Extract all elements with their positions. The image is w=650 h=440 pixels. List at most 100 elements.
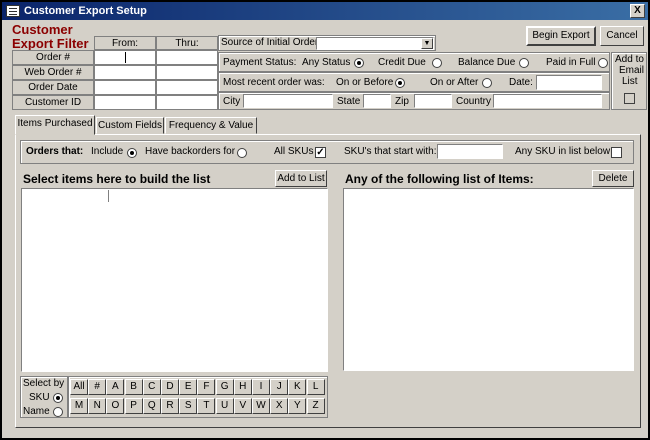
- add-to-list-button[interactable]: Add to List: [275, 170, 327, 187]
- city-input[interactable]: [243, 94, 333, 108]
- letter-button-t[interactable]: T: [197, 398, 216, 414]
- letter-button-hash[interactable]: #: [88, 379, 107, 395]
- tab-custom-fields[interactable]: Custom Fields: [96, 117, 164, 134]
- email-list-line2: Email: [619, 65, 645, 76]
- country-label: Country: [456, 96, 492, 107]
- backorders-radio[interactable]: [237, 148, 247, 158]
- thru-header: Thru:: [156, 36, 218, 50]
- close-button[interactable]: X: [630, 4, 645, 18]
- selected-items-list[interactable]: [343, 188, 634, 371]
- source-dropdown[interactable]: ▼: [316, 37, 434, 50]
- letter-button-b[interactable]: B: [124, 379, 143, 395]
- payment-balance-radio[interactable]: [519, 58, 529, 68]
- payment-any-radio[interactable]: [354, 58, 364, 68]
- country-input[interactable]: [493, 94, 602, 108]
- backorders-label: Have backorders for: [145, 146, 236, 157]
- payment-paid-radio[interactable]: [598, 58, 608, 68]
- letter-button-w[interactable]: W: [252, 398, 270, 414]
- letter-button-a[interactable]: A: [106, 379, 125, 395]
- email-list-checkbox[interactable]: [624, 93, 635, 104]
- from-header: From:: [94, 36, 156, 50]
- customer-id-from-input[interactable]: [94, 95, 156, 110]
- row-label-order: Order #: [12, 50, 94, 65]
- letter-button-r[interactable]: R: [161, 398, 179, 414]
- letter-button-j[interactable]: J: [270, 379, 289, 395]
- letter-button-p[interactable]: P: [124, 398, 143, 414]
- filter-heading-line2: Export Filter: [12, 36, 89, 51]
- payment-label: Payment Status:: [223, 57, 297, 68]
- order-date-from-input[interactable]: [94, 80, 156, 95]
- on-before-radio[interactable]: [395, 78, 405, 88]
- letter-button-k[interactable]: K: [288, 379, 307, 395]
- any-sku-checkbox[interactable]: [611, 147, 622, 158]
- available-items-list[interactable]: [21, 188, 328, 372]
- list-cursor-mark: [108, 190, 109, 202]
- tab-frequency-value[interactable]: Frequency & Value: [165, 117, 257, 134]
- zip-input[interactable]: [414, 94, 452, 108]
- letter-button-f[interactable]: F: [197, 379, 216, 395]
- select-by-label: Select by: [23, 378, 65, 389]
- letter-button-x[interactable]: X: [270, 398, 289, 414]
- letter-button-z[interactable]: Z: [306, 398, 325, 414]
- filter-heading-line1: Customer: [12, 22, 73, 37]
- letter-button-d[interactable]: D: [161, 379, 179, 395]
- row-label-customer-id: Customer ID: [12, 95, 94, 110]
- tab-items-purchased[interactable]: Items Purchased: [15, 115, 95, 135]
- payment-credit-radio[interactable]: [432, 58, 442, 68]
- all-skus-checkbox[interactable]: ✓: [315, 147, 326, 158]
- letter-button-g[interactable]: G: [215, 379, 234, 395]
- order-thru-input[interactable]: [156, 50, 218, 65]
- order-date-thru-input[interactable]: [156, 80, 218, 95]
- letter-button-v[interactable]: V: [233, 398, 252, 414]
- payment-option-credit-label: Credit Due: [378, 57, 426, 68]
- customer-export-window: Customer Export Setup X Customer Export …: [0, 0, 650, 440]
- web-order-thru-input[interactable]: [156, 65, 218, 80]
- sku-prefix-input[interactable]: [437, 144, 503, 159]
- on-after-label: On or After: [430, 77, 479, 88]
- letter-button-y[interactable]: Y: [288, 398, 307, 414]
- state-label: State: [337, 96, 361, 107]
- on-before-label: On or Before: [336, 77, 394, 88]
- letter-button-c[interactable]: C: [142, 379, 161, 395]
- source-label: Source of Initial Order: [221, 37, 319, 48]
- include-label: Include: [91, 146, 124, 157]
- dropdown-arrow-icon[interactable]: ▼: [421, 38, 433, 49]
- select-by-sku-label: SKU: [29, 392, 50, 403]
- begin-export-button[interactable]: Begin Export: [526, 26, 596, 46]
- letter-button-l[interactable]: L: [306, 379, 325, 395]
- date-input[interactable]: [536, 75, 602, 90]
- recent-order-label: Most recent order was:: [223, 77, 325, 88]
- zip-label: Zip: [395, 96, 409, 107]
- letter-button-q[interactable]: Q: [142, 398, 161, 414]
- orders-that-label: Orders that:: [26, 146, 84, 157]
- web-order-from-input[interactable]: [94, 65, 156, 80]
- cancel-button[interactable]: Cancel: [600, 26, 644, 46]
- letter-button-e[interactable]: E: [179, 379, 198, 395]
- payment-option-any-label: Any Status: [302, 57, 351, 68]
- state-input[interactable]: [363, 94, 391, 108]
- letter-button-u[interactable]: U: [215, 398, 234, 414]
- letter-button-m[interactable]: M: [70, 398, 88, 414]
- delete-button[interactable]: Delete: [592, 170, 634, 187]
- letter-button-o[interactable]: O: [106, 398, 125, 414]
- letter-button-s[interactable]: S: [179, 398, 198, 414]
- letter-button-n[interactable]: N: [88, 398, 107, 414]
- select-by-name-label: Name: [23, 406, 50, 417]
- select-by-sku-radio[interactable]: [53, 393, 63, 403]
- city-label: City: [223, 96, 241, 107]
- row-label-order-date: Order Date: [12, 80, 94, 95]
- order-from-input[interactable]: [94, 50, 156, 65]
- on-after-radio[interactable]: [482, 78, 492, 88]
- letter-button-all[interactable]: All: [70, 379, 88, 395]
- form-icon: [6, 5, 20, 17]
- letter-button-i[interactable]: I: [252, 379, 270, 395]
- email-list-line3: List: [622, 76, 638, 87]
- payment-option-paid-label: Paid in Full: [546, 57, 596, 68]
- any-sku-label: Any SKU in list below: [515, 146, 611, 157]
- customer-id-thru-input[interactable]: [156, 95, 218, 110]
- letter-button-h[interactable]: H: [233, 379, 252, 395]
- all-skus-label: All SKUs: [274, 146, 314, 157]
- date-label: Date:: [509, 77, 533, 88]
- include-radio[interactable]: [127, 148, 137, 158]
- select-by-name-radio[interactable]: [53, 407, 63, 417]
